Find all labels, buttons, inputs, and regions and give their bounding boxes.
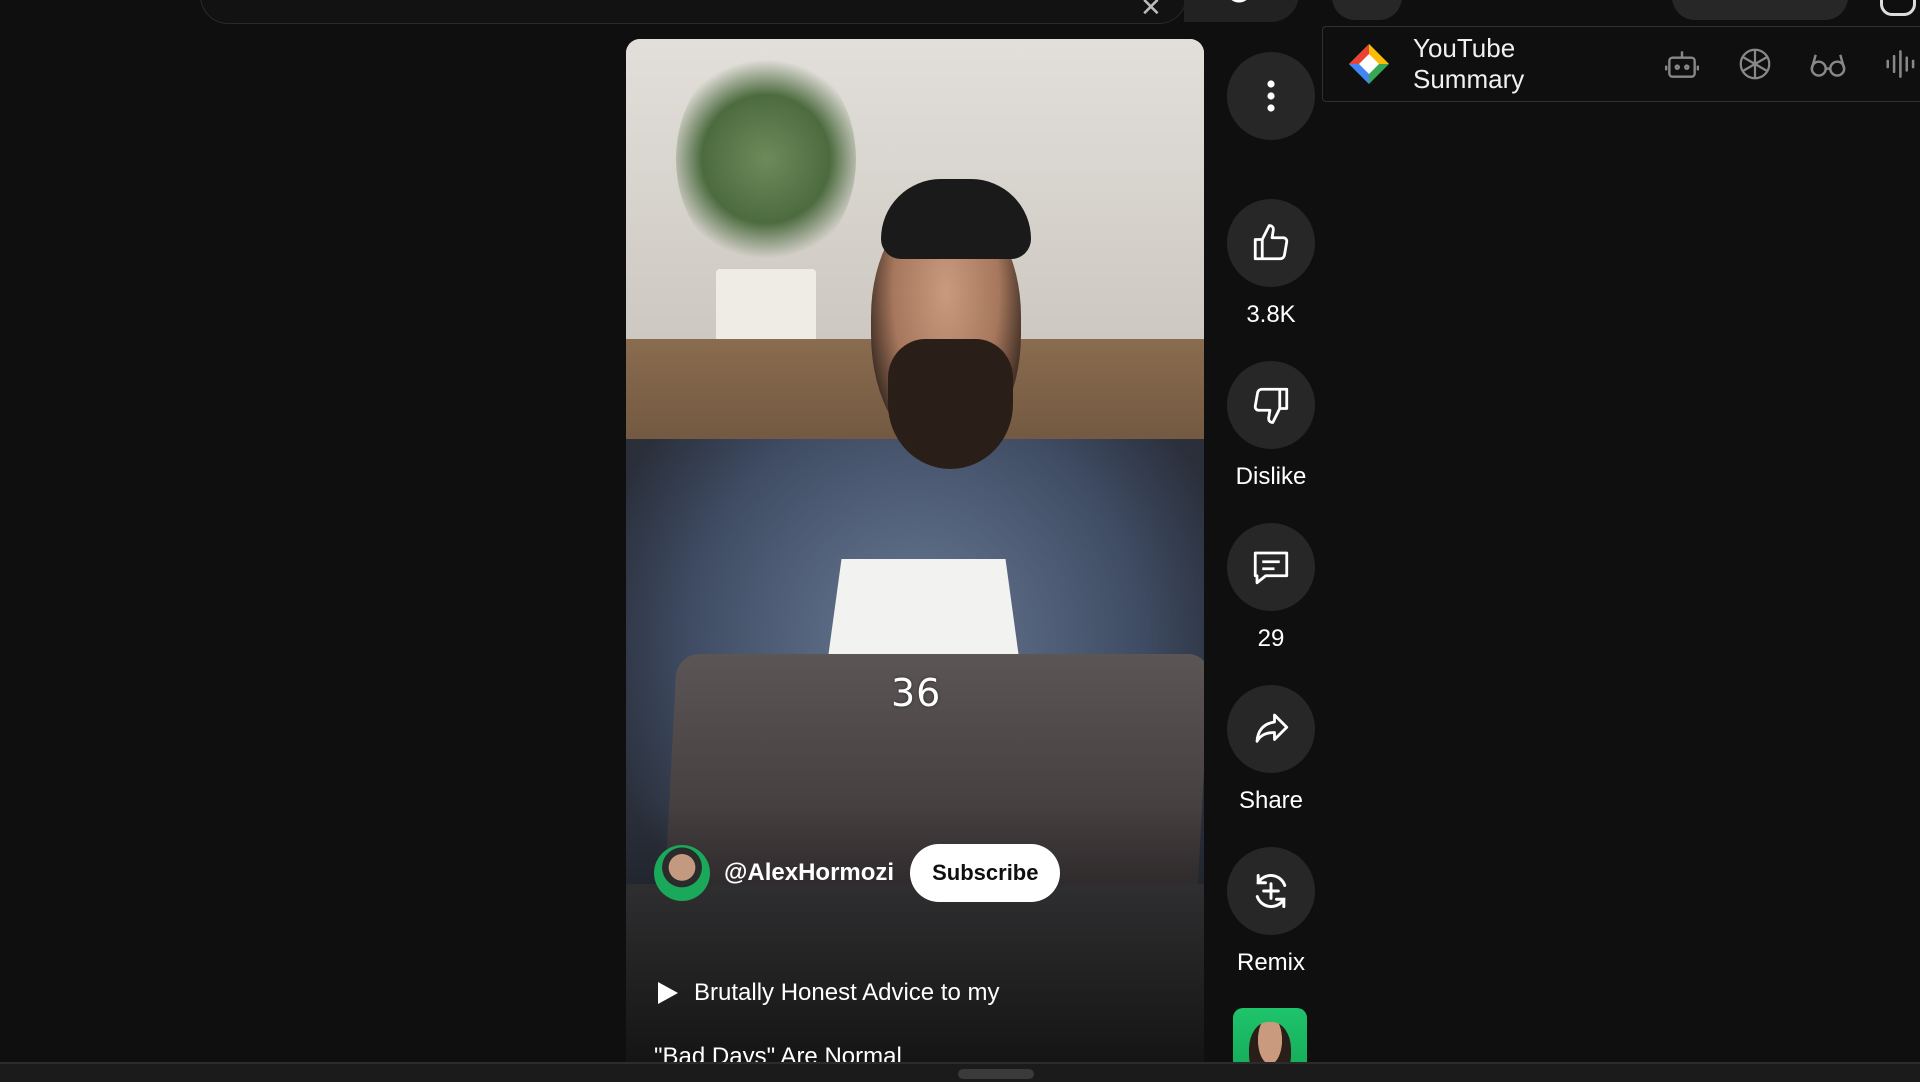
more-actions-button[interactable]: [1227, 52, 1315, 140]
comments-count: 29: [1257, 625, 1285, 652]
youtube-summary-title: YouTube Summary: [1413, 33, 1525, 94]
channel-avatar[interactable]: [654, 845, 710, 901]
robot-icon[interactable]: [1662, 44, 1701, 84]
dislike-label: Dislike: [1235, 463, 1307, 490]
remix-icon: [1255, 873, 1287, 909]
share-button[interactable]: [1227, 685, 1315, 773]
plant-image: [676, 49, 856, 269]
dislike-action: Dislike: [1215, 361, 1327, 491]
comments-button[interactable]: [1227, 523, 1315, 611]
short-title: Brutally Honest Advice to my: [694, 979, 1000, 1006]
youtube-summary-panel: YouTube Summary: [1322, 26, 1920, 102]
comment-icon: [1253, 551, 1289, 585]
openai-icon[interactable]: [1735, 44, 1774, 84]
search-icon: [1231, 0, 1247, 3]
mic-button[interactable]: [1332, 0, 1402, 20]
channel-handle[interactable]: @AlexHormozi: [724, 859, 894, 887]
channel-row: @AlexHormozi Subscribe: [654, 844, 1061, 902]
glasses-icon[interactable]: [1808, 44, 1848, 84]
short-title-link[interactable]: Brutally Honest Advice to my: [658, 979, 999, 1007]
remix-action: Remix: [1215, 847, 1327, 977]
shorts-video-player[interactable]: 36 @AlexHormozi Subscribe Brutally Hones…: [626, 39, 1204, 1064]
youtube-summary-logo-icon: [1347, 42, 1391, 86]
comments-action: 29: [1215, 523, 1327, 653]
person-beard: [888, 339, 1013, 469]
create-button[interactable]: [1672, 0, 1848, 20]
audio-wave-icon[interactable]: [1882, 44, 1920, 84]
play-icon: [658, 982, 678, 1004]
short-description[interactable]: "Bad Days" Are Normal: [654, 1043, 902, 1064]
search-button[interactable]: [1184, 0, 1299, 22]
remix-label: Remix: [1236, 949, 1305, 976]
video-shade: [626, 804, 1204, 1064]
search-input[interactable]: [200, 0, 1187, 24]
more-vertical-icon: [1267, 80, 1275, 112]
share-icon: [1255, 713, 1289, 743]
remix-button[interactable]: [1227, 847, 1315, 935]
top-bar: ✕: [0, 0, 1920, 28]
clear-icon[interactable]: ✕: [1140, 0, 1162, 23]
like-count: 3.8K: [1246, 301, 1296, 328]
share-action: Share: [1215, 685, 1327, 815]
scrollbar-handle[interactable]: [958, 1069, 1034, 1079]
thumbs-down-icon: [1253, 387, 1289, 424]
notifications-icon[interactable]: [1880, 0, 1916, 16]
thumbs-up-icon: [1253, 224, 1289, 261]
share-label: Share: [1238, 787, 1304, 814]
like-button[interactable]: [1227, 199, 1315, 287]
like-action: 3.8K: [1215, 199, 1327, 329]
subscribe-button[interactable]: Subscribe: [910, 844, 1061, 902]
video-overlay-counter: 36: [891, 671, 942, 715]
dislike-button[interactable]: [1227, 361, 1315, 449]
